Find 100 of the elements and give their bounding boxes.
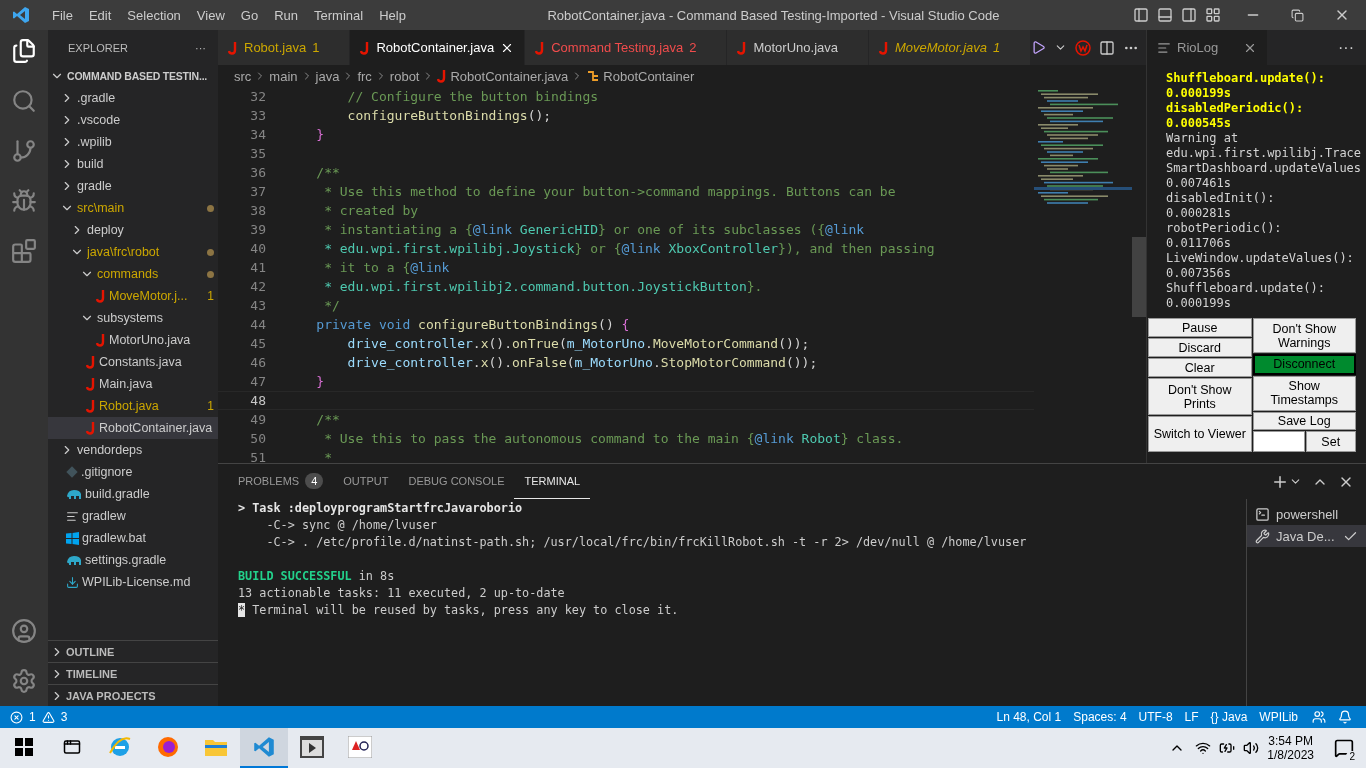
tree-entry[interactable]: WPILib-License.md xyxy=(48,571,218,593)
notification-icon[interactable] xyxy=(1334,738,1354,758)
editor-tab[interactable]: Robot.java 1 xyxy=(218,30,351,65)
tree-folder[interactable]: gradle xyxy=(48,175,218,197)
tree-folder[interactable]: subsystems xyxy=(48,307,218,329)
connection-button[interactable]: Disconnect xyxy=(1252,354,1356,375)
more-actions[interactable]: ··· xyxy=(1338,38,1354,57)
tree-entry[interactable]: Constants.java xyxy=(48,351,218,373)
panel-tab[interactable]: PROBLEMS 4 xyxy=(228,464,334,499)
panel-tab[interactable]: TERMINAL xyxy=(514,464,591,499)
tree-folder[interactable]: deploy xyxy=(48,219,218,241)
breadcrumb-item[interactable]: robot xyxy=(389,68,420,84)
tree-entry[interactable]: gradlew xyxy=(48,505,218,527)
log-button[interactable]: Don't Show Warnings xyxy=(1252,318,1356,353)
panel-toggle-icon[interactable] xyxy=(1157,7,1173,23)
more-actions[interactable]: ··· xyxy=(195,41,206,54)
battery-icon[interactable] xyxy=(1219,740,1236,756)
editor-tab[interactable]: Command Testing.java 2 xyxy=(525,30,728,65)
tree-entry[interactable]: settings.gradle xyxy=(48,549,218,571)
task-view-icon[interactable] xyxy=(63,738,81,756)
set-button[interactable]: Set xyxy=(1305,431,1356,452)
breadcrumb-item[interactable]: RobotContainer.java xyxy=(450,68,569,84)
menu-item[interactable]: Terminal xyxy=(306,7,372,23)
clock-date[interactable]: 1/8/2023 xyxy=(1267,748,1314,762)
log-button[interactable]: Clear xyxy=(1148,358,1252,378)
menu-item[interactable]: View xyxy=(188,7,233,23)
editor-tab[interactable]: MotorUno.java xyxy=(727,30,869,65)
clock-time[interactable]: 3:54 PM xyxy=(1268,734,1313,748)
riolog-tab[interactable]: RioLog xyxy=(1147,30,1267,65)
log-button[interactable]: Discard xyxy=(1148,338,1252,358)
tree-folder[interactable]: .wpilib xyxy=(48,131,218,153)
browser-icon[interactable] xyxy=(156,735,180,759)
terminal-item[interactable]: Java De... xyxy=(1247,525,1366,547)
log-button[interactable]: Save Log xyxy=(1252,411,1356,430)
wpilib-icon[interactable] xyxy=(1075,39,1092,56)
tree-entry[interactable]: Robot.java 1 xyxy=(48,395,218,417)
menu-item[interactable]: Run xyxy=(266,7,306,23)
breadcrumb-item[interactable]: frc xyxy=(357,68,372,84)
terminal-item[interactable]: powershell xyxy=(1247,503,1366,525)
tree-entry[interactable]: Main.java xyxy=(48,373,218,395)
network-icon[interactable] xyxy=(1195,740,1212,756)
dashboard-app-icon[interactable] xyxy=(348,736,372,758)
settings-icon[interactable] xyxy=(11,668,37,694)
feedback-icon[interactable] xyxy=(1312,710,1326,724)
status-item[interactable]: Ln 48, Col 1 xyxy=(990,710,1068,724)
tree-folder[interactable]: build xyxy=(48,153,218,175)
search-icon[interactable] xyxy=(11,88,37,114)
tree-folder[interactable]: commands xyxy=(48,263,218,285)
layout-icon[interactable] xyxy=(1205,7,1221,23)
branch-icon[interactable] xyxy=(11,138,37,164)
tree-entry[interactable]: build.gradle xyxy=(48,483,218,505)
code-editor-icon[interactable] xyxy=(253,736,275,758)
editor-tab[interactable]: MoveMotor.java 1 xyxy=(869,30,1032,65)
tree-folder[interactable]: java\frc\robot xyxy=(48,241,218,263)
breadcrumb-item[interactable]: java xyxy=(315,68,340,84)
panel-tab[interactable]: DEBUG CONSOLE xyxy=(398,464,515,499)
menu-item[interactable]: Edit xyxy=(80,7,120,23)
status-item[interactable]: LF xyxy=(1178,710,1205,724)
bell-icon[interactable] xyxy=(1338,710,1352,724)
folder-icon[interactable] xyxy=(205,738,227,756)
project-folder[interactable]: COMMAND BASED TESTIN... xyxy=(48,65,218,87)
tree-entry[interactable]: MotorUno.java xyxy=(48,329,218,351)
log-button[interactable]: Show Timestamps xyxy=(1252,375,1356,411)
extensions-icon[interactable] xyxy=(11,238,37,264)
breadcrumb-item[interactable]: src xyxy=(234,68,252,84)
breadcrumb-item[interactable]: RobotContainer xyxy=(603,68,695,84)
media-app-icon[interactable] xyxy=(300,736,324,758)
status-item[interactable]: WPILib xyxy=(1253,710,1304,724)
warning-count[interactable]: 3 xyxy=(54,710,74,724)
status-item[interactable]: Spaces: 4 xyxy=(1067,710,1133,724)
account-icon[interactable] xyxy=(11,618,37,644)
tree-folder[interactable]: .vscode xyxy=(48,109,218,131)
tree-folder[interactable]: .gradle xyxy=(48,87,218,109)
tree-entry[interactable]: RobotContainer.java xyxy=(48,417,218,439)
tree-entry[interactable]: .gitignore xyxy=(48,461,218,483)
split-editor-icon[interactable] xyxy=(1099,39,1116,56)
windows-icon[interactable] xyxy=(15,738,33,756)
sidebar-toggle-icon[interactable] xyxy=(1133,7,1149,23)
tree-entry[interactable]: gradlew.bat xyxy=(48,527,218,549)
status-item[interactable]: UTF-8 xyxy=(1132,710,1179,724)
editor-tab[interactable]: RobotContainer.java xyxy=(350,30,526,65)
log-button[interactable]: Pause xyxy=(1148,318,1252,338)
status-item[interactable]: {} Java xyxy=(1204,710,1254,724)
tree-folder[interactable]: src\main xyxy=(48,197,218,219)
menu-item[interactable]: Help xyxy=(371,7,414,23)
breadcrumb-item[interactable]: main xyxy=(269,68,298,84)
log-button[interactable]: Don't Show Prints xyxy=(1148,378,1252,415)
error-count[interactable]: 1 xyxy=(23,710,42,724)
secondary-sidebar-icon[interactable] xyxy=(1181,7,1197,23)
menu-item[interactable]: Go xyxy=(232,7,267,23)
bug-icon[interactable] xyxy=(11,188,37,214)
restore-icon[interactable] xyxy=(1291,8,1304,22)
menu-item[interactable]: Selection xyxy=(119,7,189,23)
browser-icon[interactable] xyxy=(108,735,132,759)
volume-icon[interactable] xyxy=(1243,740,1260,756)
input-field[interactable] xyxy=(1252,431,1305,452)
scrollbar-thumb[interactable] xyxy=(1132,237,1146,317)
log-button[interactable]: Switch to Viewer xyxy=(1148,415,1252,452)
tree-entry[interactable]: MoveMotor.j... 1 xyxy=(48,285,218,307)
panel-tab[interactable]: OUTPUT xyxy=(333,464,399,499)
